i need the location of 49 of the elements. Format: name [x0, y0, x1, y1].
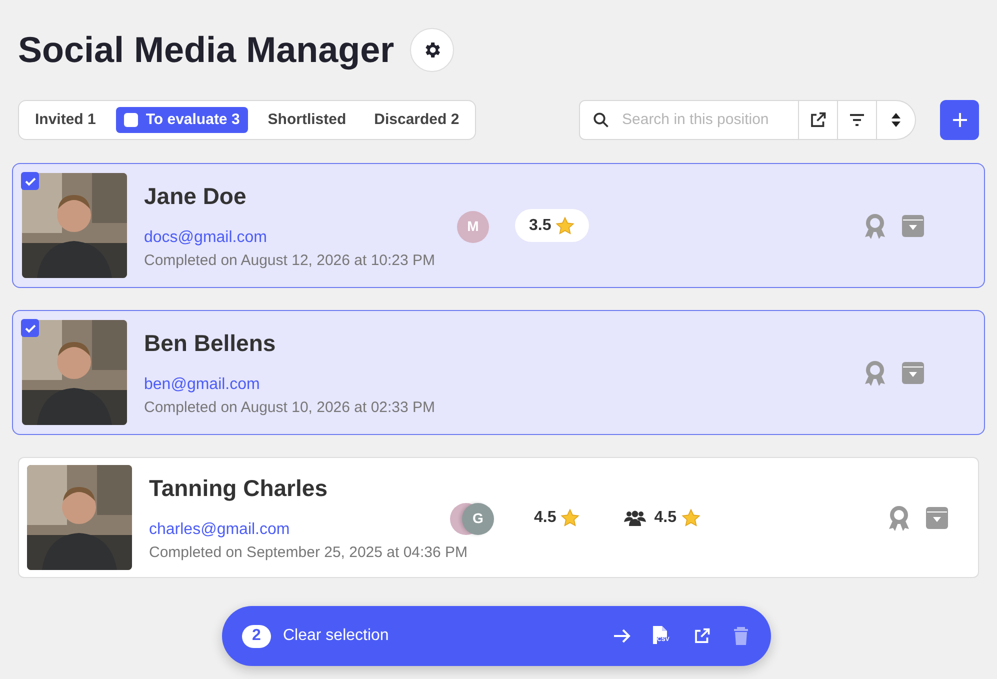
completion-date: Completed on August 10, 2026 at 02:33 PM — [144, 398, 436, 418]
group-icon — [624, 510, 646, 526]
archive-icon[interactable] — [926, 506, 948, 528]
archive-icon[interactable] — [902, 362, 924, 384]
search-icon — [592, 111, 610, 129]
tab[interactable]: Invited 1 — [27, 107, 104, 133]
tab[interactable]: Discarded 2 — [366, 107, 468, 133]
export-button[interactable] — [799, 100, 838, 140]
star-icon — [680, 508, 700, 528]
rating-value: 3.5 — [529, 216, 552, 236]
search-input[interactable]: Search in this position — [622, 108, 782, 132]
evaluator-avatar: G — [462, 502, 494, 534]
clear-selection-button[interactable]: Clear selection — [283, 624, 389, 648]
search-field[interactable]: Search in this position — [579, 100, 799, 140]
star-icon — [560, 508, 580, 528]
add-button[interactable] — [940, 100, 979, 140]
email-link[interactable]: docs@gmail.com — [144, 226, 267, 250]
tab[interactable]: Shortlisted — [260, 107, 354, 133]
checkbox[interactable] — [21, 172, 39, 190]
candidate-name: Ben Bellens — [144, 328, 277, 358]
email-link[interactable]: charles@gmail.com — [149, 518, 290, 542]
filter-button[interactable] — [838, 100, 877, 140]
checkbox[interactable] — [124, 113, 138, 127]
sort-button[interactable] — [877, 100, 916, 140]
team-rating-value: 4.5 — [654, 508, 676, 528]
settings-button[interactable] — [410, 28, 454, 72]
page-title: Social Media Manager — [18, 28, 394, 72]
arrow-right-icon[interactable] — [613, 628, 631, 644]
star-icon — [555, 216, 576, 236]
plus-icon — [952, 113, 966, 127]
award-icon[interactable] — [888, 504, 910, 530]
sort-icon — [891, 112, 901, 128]
archive-icon[interactable] — [902, 214, 924, 236]
candidate-name: Tanning Charles — [149, 474, 328, 503]
email-link[interactable]: ben@gmail.com — [144, 373, 260, 397]
filter-icon — [849, 113, 865, 127]
tab[interactable]: To evaluate 3 — [116, 107, 248, 133]
candidate-name: Jane Doe — [144, 182, 248, 210]
check-icon — [24, 324, 36, 332]
evaluator-avatar: M — [457, 210, 489, 242]
checkbox[interactable] — [21, 319, 39, 337]
external-link-icon — [809, 111, 827, 129]
selection-count: 2 — [242, 624, 271, 648]
completion-date: Completed on August 12, 2026 at 10:23 PM — [144, 251, 436, 271]
trash-icon[interactable] — [733, 627, 749, 645]
external-link-icon[interactable] — [693, 627, 711, 645]
completion-date: Completed on September 25, 2025 at 04:36 PM — [149, 543, 468, 563]
rating-value: 4.5 — [534, 508, 556, 528]
check-icon — [24, 176, 36, 186]
